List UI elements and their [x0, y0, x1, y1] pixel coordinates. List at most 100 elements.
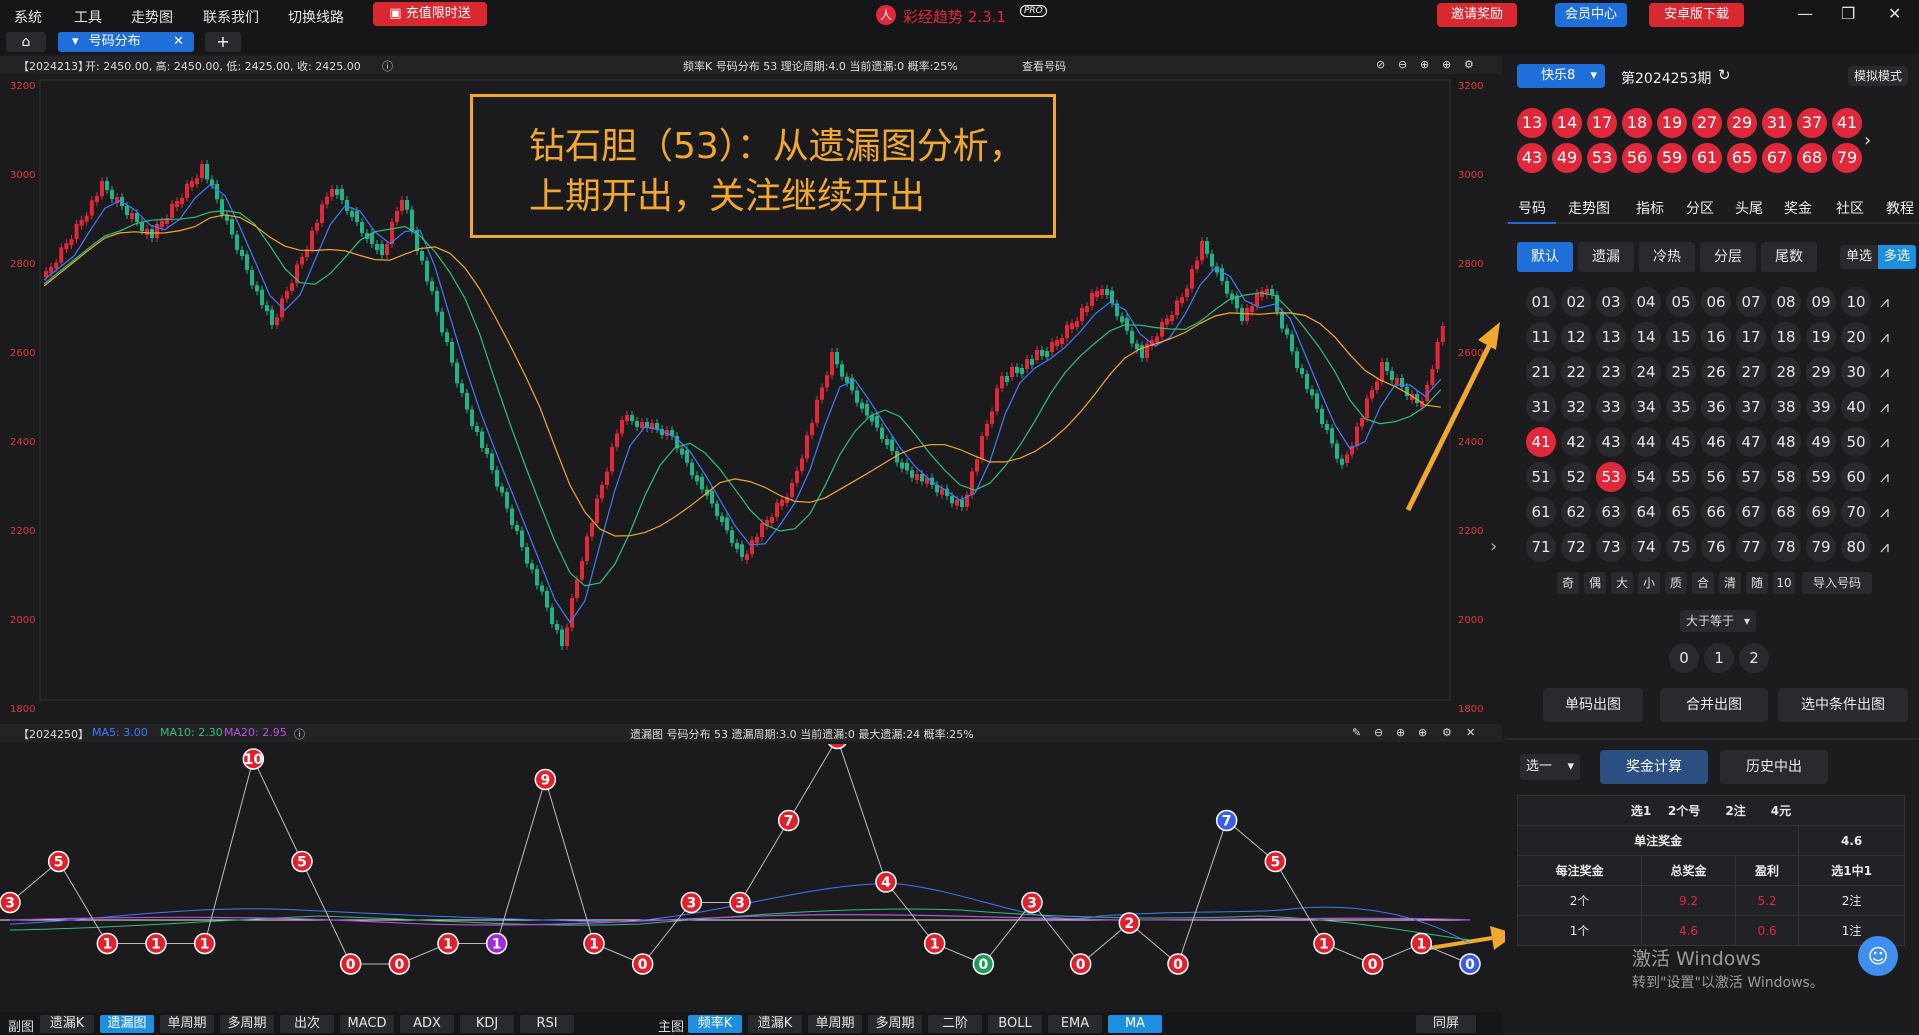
sub-chart-button[interactable]: 多周期: [220, 1015, 274, 1033]
menu-contact[interactable]: 联系我们: [203, 7, 259, 27]
count-button[interactable]: 2: [1739, 643, 1769, 673]
import-numbers-button[interactable]: 导入号码: [1802, 572, 1872, 594]
number-65[interactable]: 65: [1666, 497, 1696, 527]
number-60[interactable]: 60: [1841, 462, 1871, 492]
trend-chart-icon[interactable]: ⩘: [1880, 327, 1889, 347]
main-chart-button[interactable]: EMA: [1048, 1015, 1102, 1033]
settings-icon[interactable]: ⚙: [1442, 726, 1452, 739]
number-46[interactable]: 46: [1701, 427, 1731, 457]
number-55[interactable]: 55: [1666, 462, 1696, 492]
history-button[interactable]: 历史中出: [1720, 750, 1828, 784]
number-44[interactable]: 44: [1631, 427, 1661, 457]
number-29[interactable]: 29: [1806, 357, 1836, 387]
number-13[interactable]: 13: [1596, 322, 1626, 352]
close-window-icon[interactable]: ✕: [1888, 4, 1901, 23]
sub-tab[interactable]: 冷热: [1639, 242, 1695, 272]
number-35[interactable]: 35: [1666, 392, 1696, 422]
member-center-button[interactable]: 会员中心: [1555, 3, 1627, 27]
sub-chart-button[interactable]: 遗漏K: [40, 1015, 94, 1033]
menu-system[interactable]: 系统: [14, 7, 42, 27]
sub-chart-button[interactable]: 出次: [280, 1015, 334, 1033]
condition-select[interactable]: 大于等于 ▾: [1680, 610, 1756, 632]
number-59[interactable]: 59: [1806, 462, 1836, 492]
quick-select-button[interactable]: 小: [1638, 572, 1660, 594]
number-74[interactable]: 74: [1631, 532, 1661, 562]
help-icon[interactable]: ⓘ: [294, 726, 305, 742]
single-code-chart-button[interactable]: 单码出图: [1543, 688, 1643, 722]
nav-tab[interactable]: 教程: [1886, 198, 1914, 218]
number-18[interactable]: 18: [1771, 322, 1801, 352]
promo-button[interactable]: ▣ 充值限时送: [373, 2, 487, 26]
sub-chart-button[interactable]: 遗漏图: [100, 1015, 154, 1033]
number-03[interactable]: 03: [1596, 287, 1626, 317]
trend-chart-icon[interactable]: ⩘: [1880, 502, 1889, 522]
quick-select-button[interactable]: 质: [1665, 572, 1687, 594]
number-10[interactable]: 10: [1841, 287, 1871, 317]
number-17[interactable]: 17: [1736, 322, 1766, 352]
nav-tab[interactable]: 指标: [1636, 198, 1664, 218]
number-67[interactable]: 67: [1736, 497, 1766, 527]
lottery-select[interactable]: 快乐8 ▾: [1517, 64, 1605, 88]
number-24[interactable]: 24: [1631, 357, 1661, 387]
simulate-mode-button[interactable]: 模拟模式: [1848, 66, 1908, 86]
main-chart-button[interactable]: 遗漏K: [748, 1015, 802, 1033]
number-19[interactable]: 19: [1806, 322, 1836, 352]
menu-trend[interactable]: 走势图: [131, 7, 173, 27]
chevron-right-icon[interactable]: ›: [1864, 130, 1871, 151]
number-23[interactable]: 23: [1596, 357, 1626, 387]
number-64[interactable]: 64: [1631, 497, 1661, 527]
number-57[interactable]: 57: [1736, 462, 1766, 492]
zoom-out-icon[interactable]: ⊖: [1398, 58, 1407, 71]
main-chart-button[interactable]: 频率K: [688, 1015, 742, 1033]
miss-chart[interactable]: 351111050011910337114103020751010: [0, 744, 1502, 1010]
number-43[interactable]: 43: [1596, 427, 1626, 457]
zoom-out-icon[interactable]: ⊖: [1374, 726, 1383, 739]
number-56[interactable]: 56: [1701, 462, 1731, 492]
main-chart-button[interactable]: 二阶: [928, 1015, 982, 1033]
main-chart-button[interactable]: 单周期: [808, 1015, 862, 1033]
tab-number-distribution[interactable]: ▾ 号码分布 ✕: [58, 32, 194, 52]
quick-select-button[interactable]: 随: [1746, 572, 1768, 594]
number-63[interactable]: 63: [1596, 497, 1626, 527]
nav-tab[interactable]: 走势图: [1568, 198, 1610, 218]
number-14[interactable]: 14: [1631, 322, 1661, 352]
quick-select-button[interactable]: 合: [1692, 572, 1714, 594]
nav-tab[interactable]: 头尾: [1735, 198, 1763, 218]
close-icon[interactable]: ✕: [1466, 726, 1475, 739]
nav-tab[interactable]: 分区: [1686, 198, 1714, 218]
sub-chart-button[interactable]: KDJ: [460, 1015, 514, 1033]
number-07[interactable]: 07: [1736, 287, 1766, 317]
number-28[interactable]: 28: [1771, 357, 1801, 387]
multi-select-button[interactable]: 多选: [1878, 245, 1916, 269]
number-50[interactable]: 50: [1841, 427, 1871, 457]
trend-chart-icon[interactable]: ⩘: [1880, 397, 1889, 417]
trend-chart-icon[interactable]: ⩘: [1880, 467, 1889, 487]
number-05[interactable]: 05: [1666, 287, 1696, 317]
number-02[interactable]: 02: [1561, 287, 1591, 317]
number-78[interactable]: 78: [1771, 532, 1801, 562]
quick-select-button[interactable]: 清: [1719, 572, 1741, 594]
sub-chart-button[interactable]: ADX: [400, 1015, 454, 1033]
number-22[interactable]: 22: [1561, 357, 1591, 387]
number-70[interactable]: 70: [1841, 497, 1871, 527]
play-select[interactable]: 选一 ▾: [1520, 754, 1580, 780]
number-80[interactable]: 80: [1841, 532, 1871, 562]
count-button[interactable]: 1: [1704, 643, 1734, 673]
number-41[interactable]: 41: [1526, 427, 1556, 457]
restore-icon[interactable]: ❐: [1841, 4, 1855, 23]
trend-chart-icon[interactable]: ⩘: [1880, 432, 1889, 452]
number-66[interactable]: 66: [1701, 497, 1731, 527]
number-25[interactable]: 25: [1666, 357, 1696, 387]
collapse-panel-icon[interactable]: ›: [1490, 536, 1497, 557]
number-71[interactable]: 71: [1526, 532, 1556, 562]
number-62[interactable]: 62: [1561, 497, 1591, 527]
number-36[interactable]: 36: [1701, 392, 1731, 422]
number-58[interactable]: 58: [1771, 462, 1801, 492]
number-21[interactable]: 21: [1526, 357, 1556, 387]
number-01[interactable]: 01: [1526, 287, 1556, 317]
scroll-up-icon[interactable]: ⊕: [1396, 726, 1405, 739]
trend-chart-icon[interactable]: ⩘: [1880, 362, 1889, 382]
main-chart-button[interactable]: MA: [1108, 1015, 1162, 1033]
quick-select-button[interactable]: 大: [1611, 572, 1633, 594]
single-select-button[interactable]: 单选: [1840, 245, 1878, 269]
